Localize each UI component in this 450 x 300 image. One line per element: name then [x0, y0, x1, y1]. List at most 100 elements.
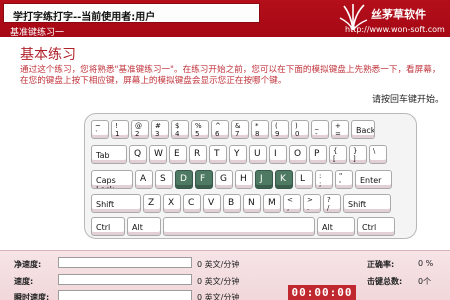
key-o: O [289, 145, 307, 164]
key-sym-0: ~ ` [91, 120, 109, 139]
key-sym-1: }] [349, 145, 367, 164]
key-sym-1: >. [303, 194, 321, 213]
key-u: U [249, 145, 267, 164]
key-q: Q [129, 145, 147, 164]
key-label: G [220, 174, 227, 184]
key-i: I [269, 145, 287, 164]
key-g: G [215, 170, 233, 189]
instructions-text: 通过这个练习，您将熟悉"基准键练习一"。在练习开始之前，您可以在下面的模拟键盘上… [20, 65, 441, 86]
key-label: Caps Lock [96, 176, 116, 188]
key-label: W [154, 149, 163, 159]
key-label: Back [356, 126, 375, 135]
key-label: Y [234, 149, 240, 159]
key-y: Y [229, 145, 247, 164]
key-b: B [223, 194, 241, 213]
key-label: P [314, 149, 320, 159]
header-bar: 学打字练打字--当前使用者:用户 基准键练习一 丝茅草软件 http://www… [0, 0, 450, 38]
key-label: E [174, 149, 180, 159]
key-z: Z [143, 194, 161, 213]
key-label: B [228, 198, 235, 208]
key-label: Tab [96, 151, 110, 160]
key-3-3: #3 [151, 120, 169, 139]
key-j: J [255, 170, 273, 189]
key-label: Ctrl [96, 223, 111, 232]
brand-name: 丝茅草软件 [371, 8, 426, 21]
key-label: Ctrl [362, 223, 377, 232]
net-speed-label: 净速度: [14, 260, 42, 269]
key-label: X [168, 198, 175, 208]
key-r: R [189, 145, 207, 164]
key-m: M [263, 194, 281, 213]
key-alt: Alt [127, 217, 161, 236]
key-0-10: ) 0 [291, 120, 309, 139]
key-sym-2: \ [369, 145, 387, 164]
elapsed-timer: 00:00:00 [288, 285, 356, 300]
brand-url: http://www.won-soft.com [345, 25, 445, 34]
net-speed-bar [58, 257, 192, 268]
accuracy-label: 正确率: [367, 260, 395, 269]
key-sym-11: _ - [311, 120, 329, 139]
key-2-2: @2 [131, 120, 149, 139]
key-label: T [214, 149, 220, 159]
key-7-7: & 7 [231, 120, 249, 139]
key-label: V [208, 198, 215, 208]
key-l: L [295, 170, 313, 189]
key-5-5: % 5 [191, 120, 209, 139]
key-4-4: $4 [171, 120, 189, 139]
key-label: A [140, 174, 147, 184]
key-label: Enter [360, 176, 382, 185]
key-label: Shift [96, 200, 115, 209]
net-speed-value: 0 英文/分钟 [197, 260, 240, 269]
speed-value: 0 英文/分钟 [197, 277, 240, 286]
key-label: Q [134, 149, 142, 159]
key-sym-2: ? / [323, 194, 341, 213]
key-sym-12: + = [331, 120, 349, 139]
section-title: 基本练习 [20, 47, 76, 63]
key-alt: Alt [317, 217, 355, 236]
instant-speed-value: 0 英文/分钟 [197, 293, 240, 300]
window-title: 学打字练打字--当前使用者:用户 [13, 12, 156, 23]
key-shift: Shift [343, 194, 391, 213]
key-label: F [200, 174, 206, 184]
key-p: P [309, 145, 327, 164]
key-caps-lock: Caps Lock [91, 170, 133, 189]
key-sym-1: " ' [335, 170, 353, 189]
accuracy-value: 0 % [418, 259, 434, 268]
key-label: O [294, 149, 302, 159]
key-label: H [240, 174, 247, 184]
key-sym-0: {[ [329, 145, 347, 164]
key-label: R [194, 149, 201, 159]
instant-speed-bar [58, 290, 192, 300]
key-w: W [149, 145, 167, 164]
key-label: Alt [132, 223, 143, 232]
app-window: 学打字练打字--当前使用者:用户 基准键练习一 丝茅草软件 http://www… [0, 0, 450, 300]
key-8-8: * 8 [251, 120, 269, 139]
key-label: Alt [322, 223, 333, 232]
key-c: C [183, 194, 201, 213]
key-label: J [260, 174, 263, 184]
key-h: H [235, 170, 253, 189]
key-sym-0: :; [315, 170, 333, 189]
key-e: E [169, 145, 187, 164]
key-label: K [280, 174, 286, 184]
key-label: U [254, 149, 261, 159]
virtual-keyboard: ~ `! 1 @2 #3 $4% 5 ^ 6 & 7 * 8(9) 0 _ - + = Back Tab Q W E R T Y U… [84, 113, 417, 239]
key-ctrl: Ctrl [91, 217, 125, 236]
stats-panel: 净速度: 0 英文/分钟 速度: 0 英文/分钟 瞬时速度: 0 英文/分钟 正… [0, 250, 450, 300]
key-back: Back [351, 120, 375, 139]
instant-speed-label: 瞬时速度: [14, 293, 50, 300]
keystrokes-label: 击键总数: [367, 277, 403, 286]
key-label: L [300, 174, 306, 184]
key-k: K [275, 170, 293, 189]
key-1-1: ! 1 [111, 120, 129, 139]
key-sym-0: <, [283, 194, 301, 213]
key-n: N [243, 194, 261, 213]
key-shift: Shift [91, 194, 141, 213]
key-v: V [203, 194, 221, 213]
key-t: T [209, 145, 227, 164]
lesson-subtitle: 基准键练习一 [10, 28, 65, 38]
key-label: D [180, 174, 187, 184]
key-label: I [274, 149, 277, 159]
speed-bar [58, 274, 192, 285]
key-f: F [195, 170, 213, 189]
